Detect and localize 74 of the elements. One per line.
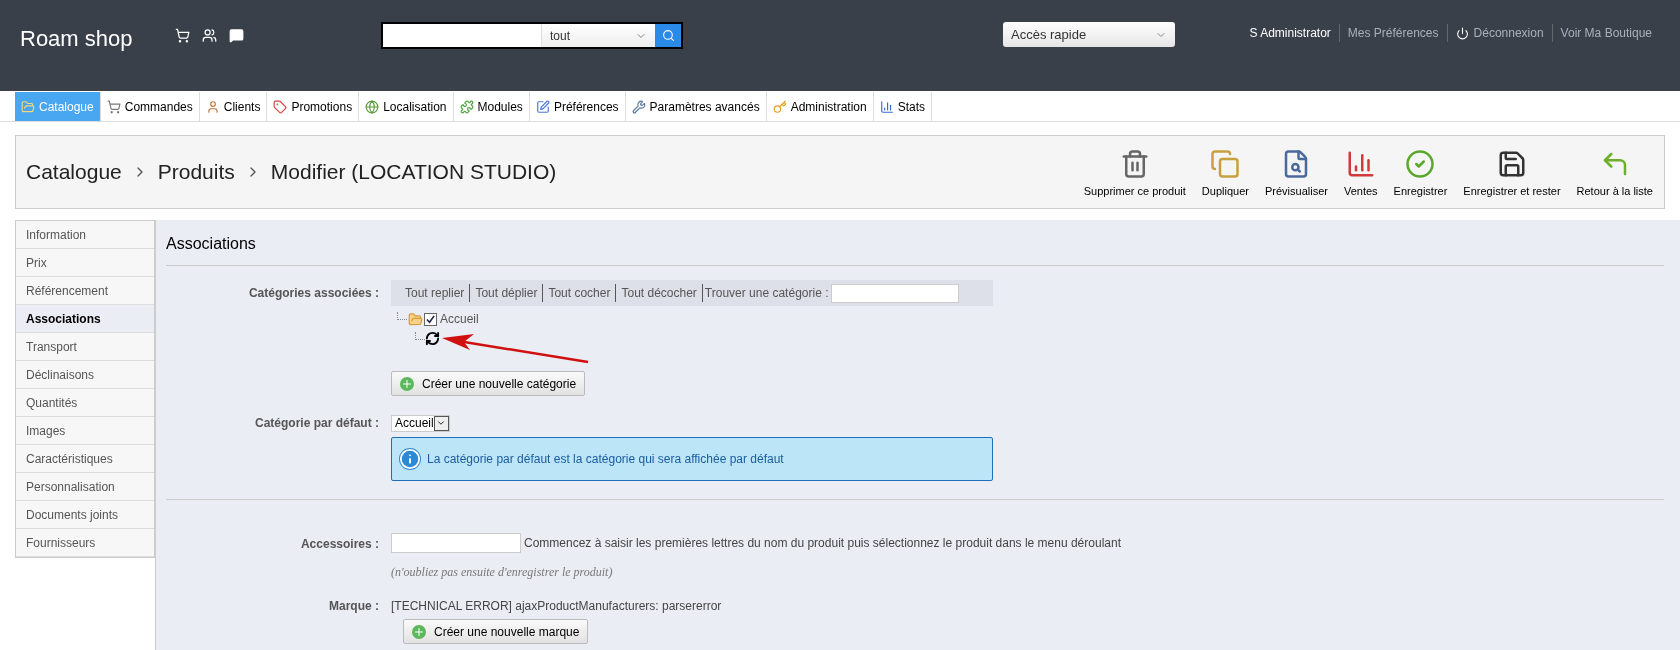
power-icon bbox=[1455, 26, 1469, 40]
error-message: [TECHNICAL ERROR] ajaxProductManufacturers: parsererror bbox=[391, 598, 722, 615]
cart-icon bbox=[106, 99, 121, 114]
check-icon bbox=[1405, 148, 1436, 179]
side-tab[interactable]: Fournisseurs bbox=[16, 529, 154, 557]
checkbox[interactable] bbox=[424, 312, 437, 326]
info-icon bbox=[399, 448, 421, 470]
header-link[interactable]: Voir Ma Boutique bbox=[1560, 24, 1652, 42]
bar-chart-icon bbox=[879, 99, 894, 114]
puzzle-icon bbox=[459, 99, 474, 114]
search-button[interactable] bbox=[655, 24, 681, 47]
side-tab[interactable]: Information bbox=[16, 221, 154, 249]
copy-icon bbox=[1210, 148, 1241, 179]
plus-icon bbox=[400, 376, 414, 391]
toolbar-button[interactable]: Prévisualiser bbox=[1257, 148, 1335, 200]
search-icon bbox=[661, 29, 675, 42]
create-brand-button[interactable]: Créer une nouvelle marque bbox=[403, 619, 589, 644]
side-tab[interactable]: Caractéristiques bbox=[16, 445, 154, 473]
globe-icon bbox=[365, 99, 380, 114]
default-category-select[interactable]: Accueil bbox=[391, 414, 450, 432]
side-tab[interactable]: Images bbox=[16, 417, 154, 445]
tree-action-link[interactable]: Tout replier bbox=[405, 284, 470, 302]
side-tab[interactable]: Prix bbox=[16, 249, 154, 277]
quick-access-dropdown[interactable]: Accès rapide bbox=[1003, 22, 1175, 47]
users-icon[interactable] bbox=[202, 28, 217, 43]
tree-action-link[interactable]: Tout décocher bbox=[615, 284, 702, 302]
breadcrumb-item: Modifier (LOCATION STUDIO) bbox=[270, 159, 557, 186]
tree-action-link[interactable]: Tout cocher bbox=[542, 284, 616, 302]
toolbar-button[interactable]: Ventes bbox=[1336, 148, 1385, 200]
accessories-hint: Commencez à saisir les premières lettres du nom du produit puis sélectionnez le produit dans le menu déroulant bbox=[524, 535, 1121, 552]
toolbar-button[interactable]: Enregistrer et rester bbox=[1456, 148, 1568, 200]
breadcrumb-item[interactable]: Produits bbox=[157, 156, 235, 188]
toolbar-button[interactable]: Dupliquer bbox=[1194, 148, 1256, 200]
side-tab[interactable]: Référencement bbox=[16, 277, 154, 305]
side-tab[interactable]: Déclinaisons bbox=[16, 361, 154, 389]
folder-icon bbox=[408, 311, 423, 327]
tree-action-link[interactable]: Tout déplier bbox=[469, 284, 543, 302]
header-link[interactable]: Mes Préférences bbox=[1347, 24, 1439, 42]
toolbar-button[interactable]: Supprimer ce produit bbox=[1076, 148, 1193, 200]
plus-icon bbox=[412, 624, 426, 639]
header-link[interactable]: Déconnexion bbox=[1473, 24, 1544, 42]
side-tab[interactable]: Personnalisation bbox=[16, 473, 154, 501]
header-link[interactable]: S Administrator bbox=[1249, 24, 1331, 42]
caret-icon bbox=[436, 418, 447, 428]
key-icon bbox=[772, 99, 787, 114]
tree-node-label[interactable]: Accueil bbox=[440, 310, 479, 328]
find-category-field[interactable] bbox=[831, 283, 960, 303]
side-tab[interactable]: Associations bbox=[16, 305, 154, 333]
find-label: Trouver une catégorie : bbox=[701, 284, 829, 302]
info-message: La catégorie par défaut est la catégorie qui sera affichée par défaut bbox=[427, 451, 784, 468]
folder-icon bbox=[21, 99, 35, 114]
cart-icon[interactable] bbox=[175, 28, 190, 43]
scope-dropdown[interactable]: tout bbox=[541, 24, 655, 47]
breadcrumb-item[interactable]: Catalogue bbox=[26, 156, 122, 188]
accessories-field[interactable] bbox=[391, 533, 521, 553]
side-tab[interactable]: Documents joints bbox=[16, 501, 154, 529]
section-title: Associations bbox=[166, 232, 1664, 266]
field-label: Accessoires : bbox=[300, 537, 379, 551]
messages-icon[interactable] bbox=[229, 28, 244, 43]
tag-icon bbox=[273, 99, 288, 114]
person-icon bbox=[205, 99, 220, 114]
edit-icon bbox=[535, 99, 550, 114]
shop-name: Roam shop bbox=[20, 25, 134, 53]
check-icon bbox=[426, 314, 435, 324]
side-tab[interactable]: Quantités bbox=[16, 389, 154, 417]
field-label: Catégorie par défaut : bbox=[254, 416, 379, 430]
save-reminder-note: (n'oubliez pas ensuite d'enregistrer le produit) bbox=[391, 564, 613, 581]
create-category-button[interactable]: Créer une nouvelle catégorie bbox=[391, 371, 586, 396]
side-tab[interactable]: Transport bbox=[16, 333, 154, 361]
toolbar-button[interactable]: Enregistrer bbox=[1386, 148, 1455, 200]
toolbar-button[interactable]: Retour à la liste bbox=[1569, 148, 1660, 200]
wrench-icon bbox=[631, 99, 646, 114]
field-label: Catégories associées : bbox=[248, 286, 379, 300]
field-label: Marque : bbox=[329, 599, 379, 613]
